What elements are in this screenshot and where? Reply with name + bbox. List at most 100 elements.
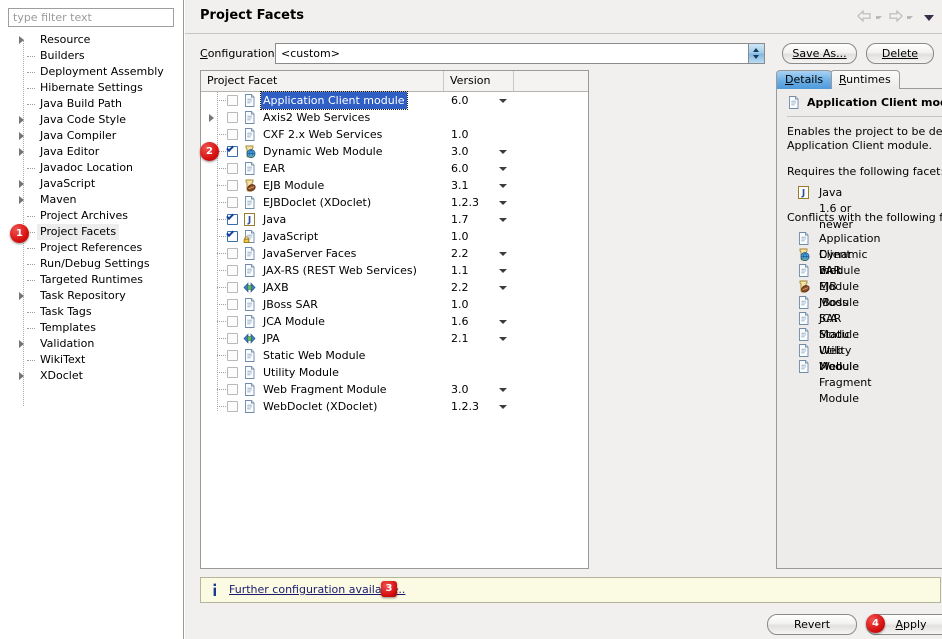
table-row[interactable]: JPA 2.1 <box>201 330 588 347</box>
forward-dropdown-icon[interactable] <box>907 16 913 19</box>
table-row[interactable]: Utility Module <box>201 364 588 381</box>
expand-arrow-icon[interactable] <box>19 148 24 156</box>
column-header-project-facet[interactable]: Project Facet <box>201 71 444 91</box>
sidebar-item-deployment-assembly[interactable]: Deployment Assembly <box>0 64 184 80</box>
facets-table[interactable]: Project Facet Version Application Client… <box>200 70 589 569</box>
sidebar-item-project-archives[interactable]: Project Archives <box>0 208 184 224</box>
expand-arrow-icon[interactable] <box>19 292 24 300</box>
facet-checkbox-ejbdoclet-xdoclet[interactable] <box>227 197 238 208</box>
version-dropdown-icon[interactable] <box>499 184 507 188</box>
facet-checkbox-jca-module[interactable] <box>227 316 238 327</box>
forward-arrow-icon[interactable] <box>887 9 904 26</box>
table-row[interactable]: J Java 1.7 <box>201 211 588 228</box>
expand-arrow-icon[interactable] <box>19 116 24 124</box>
sidebar-item-builders[interactable]: Builders <box>0 48 184 64</box>
sidebar-item-javascript[interactable]: JavaScript <box>0 176 184 192</box>
version-dropdown-icon[interactable] <box>499 99 507 103</box>
column-header-blank[interactable] <box>514 71 589 91</box>
sidebar-item-task-repository[interactable]: Task Repository <box>0 288 184 304</box>
facet-checkbox-ejb-module[interactable] <box>227 180 238 191</box>
sidebar-item-validation[interactable]: Validation <box>0 336 184 352</box>
facet-checkbox-cxf-2-x-web-services[interactable] <box>227 129 238 140</box>
facet-checkbox-utility-module[interactable] <box>227 367 238 378</box>
back-dropdown-icon[interactable] <box>876 16 882 19</box>
version-dropdown-icon[interactable] <box>499 388 507 392</box>
sidebar-item-task-tags[interactable]: Task Tags <box>0 304 184 320</box>
tab-details[interactable]: Details <box>776 70 833 89</box>
table-row[interactable]: Web Fragment Module 3.0 <box>201 381 588 398</box>
sidebar-item-wikitext[interactable]: WikiText <box>0 352 184 368</box>
sidebar-item-project-references[interactable]: Project References <box>0 240 184 256</box>
facet-checkbox-dynamic-web-module[interactable] <box>227 146 238 157</box>
table-row[interactable]: Application Client module 6.0 <box>201 91 588 110</box>
expand-arrow-icon[interactable] <box>19 340 24 348</box>
expand-arrow-icon[interactable] <box>19 372 24 380</box>
table-row[interactable]: EJB Module 3.1 <box>201 177 588 194</box>
sidebar-item-run-debug-settings[interactable]: Run/Debug Settings <box>0 256 184 272</box>
save-as-button[interactable]: Save As... <box>782 43 857 64</box>
sidebar-item-resource[interactable]: Resource <box>0 32 184 48</box>
sidebar-item-java-editor[interactable]: Java Editor <box>0 144 184 160</box>
table-row[interactable]: JAXB 2.2 <box>201 279 588 296</box>
version-dropdown-icon[interactable] <box>499 218 507 222</box>
expand-arrow-icon[interactable] <box>19 196 24 204</box>
facet-checkbox-web-fragment-module[interactable] <box>227 384 238 395</box>
version-dropdown-icon[interactable] <box>499 252 507 256</box>
version-dropdown-icon[interactable] <box>499 201 507 205</box>
sidebar-item-targeted-runtimes[interactable]: Targeted Runtimes <box>0 272 184 288</box>
facet-checkbox-java[interactable] <box>227 214 238 225</box>
facet-checkbox-static-web-module[interactable] <box>227 350 238 361</box>
configuration-combo[interactable]: <custom> <box>275 43 765 64</box>
table-row[interactable]: JBoss SAR 1.0 <box>201 296 588 313</box>
facet-checkbox-jaxb[interactable] <box>227 282 238 293</box>
column-header-version[interactable]: Version <box>444 71 514 91</box>
table-row[interactable]: Axis2 Web Services <box>201 109 588 126</box>
status-link[interactable]: Further configuration available.. <box>229 583 405 596</box>
tab-runtimes[interactable]: Runtimes <box>830 70 900 89</box>
table-row[interactable]: JavaServer Faces 2.2 <box>201 245 588 262</box>
table-row[interactable]: EJBDoclet (XDoclet) 1.2.3 <box>201 194 588 211</box>
view-menu-icon[interactable] <box>924 14 934 21</box>
sidebar-item-maven[interactable]: Maven <box>0 192 184 208</box>
sidebar-item-hibernate-settings[interactable]: Hibernate Settings <box>0 80 184 96</box>
version-dropdown-icon[interactable] <box>499 337 507 341</box>
table-row[interactable]: WebDoclet (XDoclet) 1.2.3 <box>201 398 588 415</box>
table-row[interactable]: CXF 2.x Web Services 1.0 <box>201 126 588 143</box>
facet-checkbox-axis2-web-services[interactable] <box>227 112 238 123</box>
facet-checkbox-jax-rs-rest-web-services[interactable] <box>227 265 238 276</box>
revert-button[interactable]: Revert <box>767 614 857 635</box>
table-row[interactable]: JAX-RS (REST Web Services) 1.1 <box>201 262 588 279</box>
sidebar-item-xdoclet[interactable]: XDoclet <box>0 368 184 384</box>
facet-checkbox-javascript[interactable] <box>227 231 238 242</box>
version-dropdown-icon[interactable] <box>499 167 507 171</box>
table-row[interactable]: JCA Module 1.6 <box>201 313 588 330</box>
version-dropdown-icon[interactable] <box>499 320 507 324</box>
expand-arrow-icon[interactable] <box>19 36 24 44</box>
table-row[interactable]: Dynamic Web Module 3.0 <box>201 143 588 160</box>
version-dropdown-icon[interactable] <box>499 150 507 154</box>
sidebar-item-java-build-path[interactable]: Java Build Path <box>0 96 184 112</box>
delete-button[interactable]: Delete <box>866 43 934 64</box>
sidebar-item-templates[interactable]: Templates <box>0 320 184 336</box>
version-dropdown-icon[interactable] <box>499 269 507 273</box>
expand-arrow-icon[interactable] <box>209 114 214 122</box>
expand-arrow-icon[interactable] <box>19 132 24 140</box>
version-dropdown-icon[interactable] <box>499 286 507 290</box>
facet-checkbox-javaserver-faces[interactable] <box>227 248 238 259</box>
facet-checkbox-ear[interactable] <box>227 163 238 174</box>
facet-checkbox-webdoclet-xdoclet[interactable] <box>227 401 238 412</box>
combo-spinner-icon[interactable] <box>748 44 764 63</box>
sidebar-item-java-code-style[interactable]: Java Code Style <box>0 112 184 128</box>
table-row[interactable]: Static Web Module <box>201 347 588 364</box>
sidebar-item-java-compiler[interactable]: Java Compiler <box>0 128 184 144</box>
back-arrow-icon[interactable] <box>856 9 873 26</box>
filter-input[interactable]: type filter text <box>8 8 174 27</box>
table-row[interactable]: JavaScript 1.0 <box>201 228 588 245</box>
version-dropdown-icon[interactable] <box>499 405 507 409</box>
facet-checkbox-application-client-module[interactable] <box>227 95 238 106</box>
table-row[interactable]: EAR 6.0 <box>201 160 588 177</box>
sidebar-item-javadoc-location[interactable]: Javadoc Location <box>0 160 184 176</box>
facet-checkbox-jpa[interactable] <box>227 333 238 344</box>
facet-checkbox-jboss-sar[interactable] <box>227 299 238 310</box>
expand-arrow-icon[interactable] <box>19 180 24 188</box>
